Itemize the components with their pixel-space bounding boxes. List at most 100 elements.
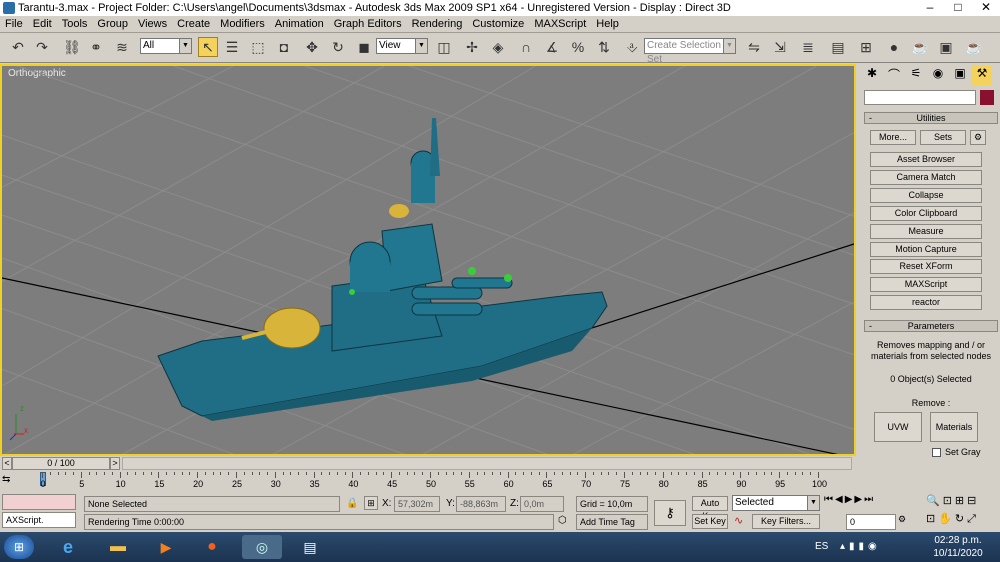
keyboard-shortcut-icon[interactable]: ◈: [488, 37, 508, 57]
viewport-orthographic[interactable]: Orthographic x z: [0, 64, 856, 456]
maxscript-button[interactable]: MAXScript: [870, 277, 982, 292]
create-tab-icon[interactable]: ✱: [862, 66, 882, 86]
pivot-center-icon[interactable]: ◫: [434, 37, 454, 57]
rotate-icon[interactable]: ↻: [328, 37, 348, 57]
menu-rendering[interactable]: Rendering: [407, 18, 468, 30]
maximize-button[interactable]: □: [944, 0, 972, 16]
key-mode-dropdown[interactable]: Selected ▼: [732, 495, 820, 511]
close-button[interactable]: ✕: [972, 0, 1000, 16]
object-name-field[interactable]: [864, 90, 976, 105]
undo-icon[interactable]: ↶: [8, 37, 28, 57]
track-bar[interactable]: ⇆ 0 5 10 15 20 25 30 35 40 45 50 55 60 65 70 75 80 85 90 95…: [0, 472, 856, 492]
start-button[interactable]: ⊞: [4, 535, 34, 559]
select-object-icon[interactable]: ↖: [198, 37, 218, 57]
select-by-name-icon[interactable]: ☰: [222, 37, 242, 57]
mirror-icon[interactable]: ⇋: [744, 37, 764, 57]
menu-file[interactable]: File: [0, 18, 28, 30]
z-coordinate-field[interactable]: 0,0m: [520, 496, 564, 512]
menu-maxscript[interactable]: MAXScript: [529, 18, 591, 30]
time-slider-track[interactable]: [122, 457, 852, 470]
align-icon[interactable]: ⇲: [770, 37, 790, 57]
maxscript-listener-upper[interactable]: [2, 494, 76, 510]
selection-filter-dropdown[interactable]: All ▼: [140, 38, 192, 54]
remove-materials-button[interactable]: Materials: [930, 412, 978, 442]
time-slider[interactable]: < 0 / 100 >: [0, 456, 856, 472]
reset-xform-button[interactable]: Reset XForm: [870, 259, 982, 274]
reference-coordinate-dropdown[interactable]: View ▼: [376, 38, 428, 54]
reactor-button[interactable]: reactor: [870, 295, 982, 310]
motion-capture-button[interactable]: Motion Capture: [870, 242, 982, 257]
layer-manager-icon[interactable]: ≣: [798, 37, 818, 57]
parameters-rollout-header[interactable]: - Parameters: [864, 320, 998, 332]
lock-selection-icon[interactable]: 🔒: [346, 498, 358, 509]
3dsmax-taskbar-icon[interactable]: ◎: [242, 535, 282, 559]
configure-sets-icon[interactable]: ⚙: [970, 130, 986, 145]
scale-icon[interactable]: ◼: [354, 37, 374, 57]
firefox-icon[interactable]: ●: [192, 535, 232, 559]
sets-button[interactable]: Sets: [920, 130, 966, 145]
select-manipulate-icon[interactable]: ✢: [462, 37, 482, 57]
color-clipboard-button[interactable]: Color Clipboard: [870, 206, 982, 221]
quick-render-icon[interactable]: ☕: [964, 37, 984, 57]
camera-match-button[interactable]: Camera Match: [870, 170, 982, 185]
viewport-nav-controls[interactable]: 🔍⊡⊞⊟: [926, 494, 998, 507]
time-config-icon[interactable]: ⚙: [898, 514, 906, 525]
key-filters-button[interactable]: Key Filters...: [752, 514, 820, 529]
maxscript-listener[interactable]: AXScript.: [2, 512, 76, 528]
snaps-toggle-icon[interactable]: ∩: [516, 37, 536, 57]
x-coordinate-field[interactable]: 57,302m: [394, 496, 440, 512]
menu-graph-editors[interactable]: Graph Editors: [329, 18, 407, 30]
asset-browser-button[interactable]: Asset Browser: [870, 152, 982, 167]
render-setup-icon[interactable]: ☕: [910, 37, 930, 57]
play-icon[interactable]: ▶: [845, 494, 853, 510]
window-crossing-icon[interactable]: ◘: [274, 37, 294, 57]
internet-explorer-icon[interactable]: e: [48, 535, 88, 559]
add-time-tag-button[interactable]: Add Time Tag: [576, 514, 648, 530]
spinner-snap-icon[interactable]: ⇅: [594, 37, 614, 57]
material-editor-icon[interactable]: ●: [884, 37, 904, 57]
rectangular-selection-icon[interactable]: ⬚: [248, 37, 268, 57]
utilities-tab-icon[interactable]: ⚒: [972, 66, 992, 86]
menu-edit[interactable]: Edit: [28, 18, 57, 30]
key-filter-curve-icon[interactable]: ∿: [734, 514, 743, 527]
object-color-swatch[interactable]: [980, 90, 994, 105]
redo-icon[interactable]: ↷: [32, 37, 52, 57]
next-frame-icon[interactable]: ▶: [854, 494, 862, 510]
document-app-icon[interactable]: ▤: [290, 535, 330, 559]
goto-start-icon[interactable]: ⏮: [824, 494, 833, 510]
set-gray-checkbox[interactable]: [932, 448, 941, 457]
menu-modifiers[interactable]: Modifiers: [215, 18, 270, 30]
language-indicator[interactable]: ES: [815, 541, 828, 552]
time-slider-thumb[interactable]: 0 / 100: [12, 457, 110, 470]
menu-group[interactable]: Group: [92, 18, 133, 30]
absolute-mode-icon[interactable]: ⊞: [364, 496, 378, 510]
schematic-view-icon[interactable]: ⊞: [856, 37, 876, 57]
curve-editor-icon[interactable]: ▤: [828, 37, 848, 57]
remove-uvw-button[interactable]: UVW: [874, 412, 922, 442]
goto-end-icon[interactable]: ⏭: [864, 494, 873, 510]
prev-frame-icon[interactable]: ◀: [835, 494, 843, 510]
mini-curve-editor-icon[interactable]: ⇆: [2, 474, 10, 485]
rendered-frame-icon[interactable]: ▣: [936, 37, 956, 57]
bind-space-warp-icon[interactable]: ≋: [112, 37, 132, 57]
measure-button[interactable]: Measure: [870, 224, 982, 239]
current-frame-field[interactable]: 0: [846, 514, 896, 530]
display-tab-icon[interactable]: ▣: [950, 66, 970, 86]
menu-customize[interactable]: Customize: [467, 18, 529, 30]
set-key-button[interactable]: Set Key: [692, 514, 728, 529]
unlink-icon[interactable]: ⚭: [86, 37, 106, 57]
menu-help[interactable]: Help: [591, 18, 624, 30]
modify-tab-icon[interactable]: ⌒: [884, 66, 904, 86]
utilities-rollout-header[interactable]: - Utilities: [864, 112, 998, 124]
menu-animation[interactable]: Animation: [270, 18, 329, 30]
collapse-button[interactable]: Collapse: [870, 188, 982, 203]
menu-create[interactable]: Create: [172, 18, 215, 30]
named-selection-set-input[interactable]: Create Selection Set ▼: [644, 38, 736, 65]
viewport-nav-controls-2[interactable]: ⊡✋↻⤢: [926, 512, 998, 526]
time-slider-prev[interactable]: <: [2, 457, 12, 470]
auto-key-button[interactable]: Auto Key: [692, 496, 728, 521]
clock-time[interactable]: 02:28 p.m.: [928, 535, 988, 546]
motion-tab-icon[interactable]: ◉: [928, 66, 948, 86]
percent-snap-icon[interactable]: %: [568, 37, 588, 57]
time-slider-next[interactable]: >: [110, 457, 120, 470]
